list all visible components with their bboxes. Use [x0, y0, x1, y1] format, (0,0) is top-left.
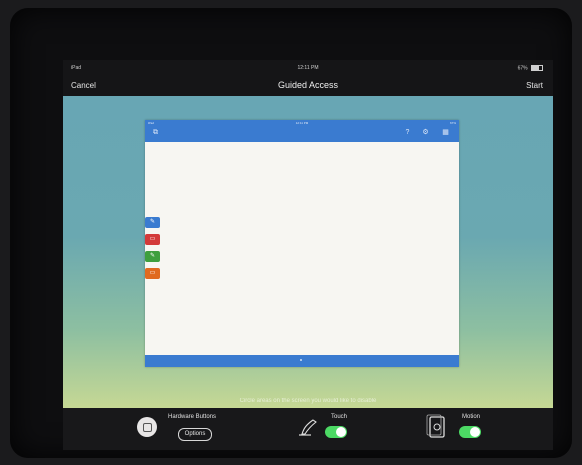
battery-percent: 67%	[517, 65, 528, 72]
page-title: Guided Access	[277, 80, 339, 90]
pen-tool[interactable]: ✎	[145, 217, 160, 228]
touch-icon	[299, 419, 317, 436]
highlight-tool[interactable]: ✎	[145, 251, 160, 262]
guided-access-canvas[interactable]: iPad 12:11 PM 67% ⧉ ? ⚙ ▦ ✎ ▭ ✎ ▭	[63, 96, 553, 408]
grid-icon[interactable]: ▦	[441, 128, 450, 137]
bottom-toolbar: Hardware Buttons Options Touch Motion	[63, 408, 553, 450]
help-icon[interactable]: ?	[403, 128, 412, 137]
status-bar: iPad 12:11 PM 67%	[63, 60, 553, 74]
app-status-time: 12:11 PM	[295, 121, 309, 125]
app-preview[interactable]: iPad 12:11 PM 67% ⧉ ? ⚙ ▦ ✎ ▭ ✎ ▭	[145, 120, 459, 367]
motion-label: Motion	[462, 414, 481, 420]
app-footer	[145, 355, 459, 367]
ipad-bezel: iPad 12:11 PM 67% Cancel Guided Access S…	[10, 8, 572, 458]
touch-toggle[interactable]	[325, 426, 347, 438]
battery-icon	[531, 65, 543, 71]
battery-indicator: 67%	[518, 65, 543, 71]
note-tool[interactable]: ▭	[145, 268, 160, 279]
clock: 12:11 PM	[297, 65, 319, 71]
instruction-text: Circle areas on the screen you would lik…	[239, 398, 377, 404]
motion-toggle[interactable]	[459, 426, 481, 438]
gear-icon[interactable]: ⚙	[421, 128, 430, 137]
hardware-buttons-label: Hardware Buttons	[168, 414, 217, 420]
app-status-battery: 67%	[449, 121, 456, 125]
comment-tool[interactable]: ▭	[145, 234, 160, 245]
home-button-icon	[137, 417, 157, 437]
share-icon[interactable]: ⧉	[151, 128, 160, 137]
motion-icon	[426, 414, 445, 438]
page-dot	[300, 359, 302, 361]
options-button[interactable]: Options	[178, 428, 212, 441]
screen: iPad 12:11 PM 67% Cancel Guided Access S…	[63, 60, 553, 450]
touch-label: Touch	[331, 414, 348, 420]
nav-bar: Cancel Guided Access Start	[63, 74, 553, 96]
app-header: iPad 12:11 PM 67% ⧉ ? ⚙ ▦	[145, 120, 459, 142]
start-button[interactable]: Start	[526, 81, 543, 90]
